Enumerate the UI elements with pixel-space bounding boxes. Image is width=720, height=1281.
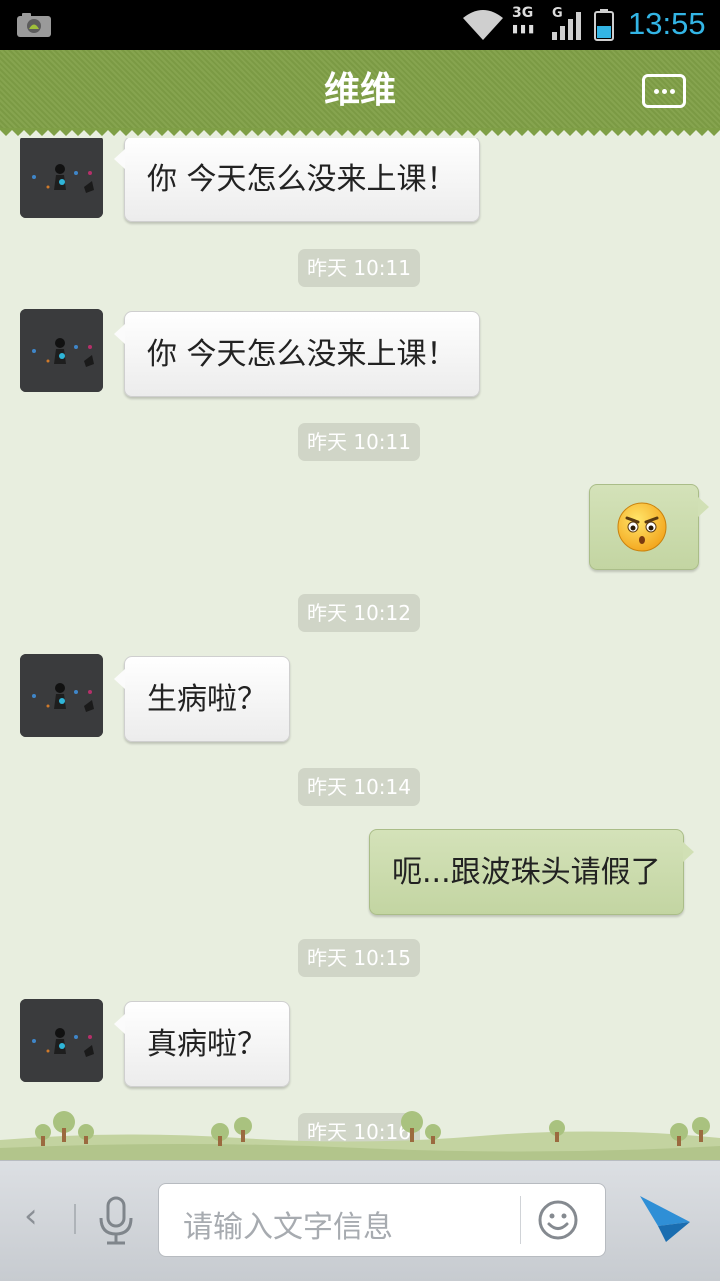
status-time: 13:55	[628, 6, 706, 41]
incoming-message-bubble[interactable]: 你 今天怎么没来上课！	[114, 311, 480, 397]
chevron-left-icon[interactable]: ‹	[24, 1196, 38, 1236]
outgoing-emoji-bubble[interactable]	[589, 484, 709, 570]
timestamp-badge: 昨天 10:11	[298, 423, 420, 461]
status-bar: 3G ▮▮▮ G 13:55	[0, 0, 720, 50]
divider	[74, 1204, 76, 1234]
network-type-icon: 3G ▮▮▮	[512, 5, 537, 36]
microphone-icon[interactable]	[96, 1196, 136, 1246]
incoming-message-bubble[interactable]: 生病啦？	[114, 656, 290, 742]
timestamp-badge: 昨天 10:15	[298, 939, 420, 977]
avatar-image	[20, 654, 103, 737]
message-input-placeholder: 请输入文字信息	[183, 1210, 393, 1245]
divider	[520, 1196, 521, 1244]
avatar-image	[20, 999, 103, 1082]
outgoing-message-bubble[interactable]: 呃...跟波珠头请假了	[369, 829, 694, 915]
contact-avatar[interactable]	[20, 654, 103, 737]
timestamp-badge: 昨天 10:11	[298, 249, 420, 287]
battery-icon	[594, 9, 614, 41]
more-dot	[662, 89, 667, 94]
contact-avatar[interactable]	[20, 309, 103, 392]
chat-area[interactable]: 你 今天怎么没来上课！ 昨天 10:11 你 今天怎么没来上课！ 昨天 10:1…	[0, 138, 720, 1160]
wifi-icon	[463, 10, 503, 40]
incoming-message-bubble[interactable]: 你 今天怎么没来上课！	[114, 138, 480, 222]
avatar-image	[20, 138, 103, 218]
contact-avatar[interactable]	[20, 999, 103, 1082]
landscape-decoration	[0, 1111, 720, 1160]
angry-face-emoji	[617, 502, 667, 552]
more-dots-icon	[654, 89, 659, 94]
camera-icon	[17, 13, 51, 37]
avatar-image	[20, 309, 103, 392]
incoming-message-bubble[interactable]: 真病啦？	[114, 1001, 290, 1087]
signal-icon	[552, 12, 581, 40]
smiley-icon[interactable]	[537, 1199, 579, 1241]
contact-avatar[interactable]	[20, 138, 103, 218]
send-icon[interactable]	[636, 1192, 692, 1244]
page-title: 维维	[323, 70, 396, 111]
more-options-button[interactable]	[642, 74, 686, 108]
timestamp-badge: 昨天 10:12	[298, 594, 420, 632]
more-dot	[670, 89, 675, 94]
timestamp-badge: 昨天 10:14	[298, 768, 420, 806]
